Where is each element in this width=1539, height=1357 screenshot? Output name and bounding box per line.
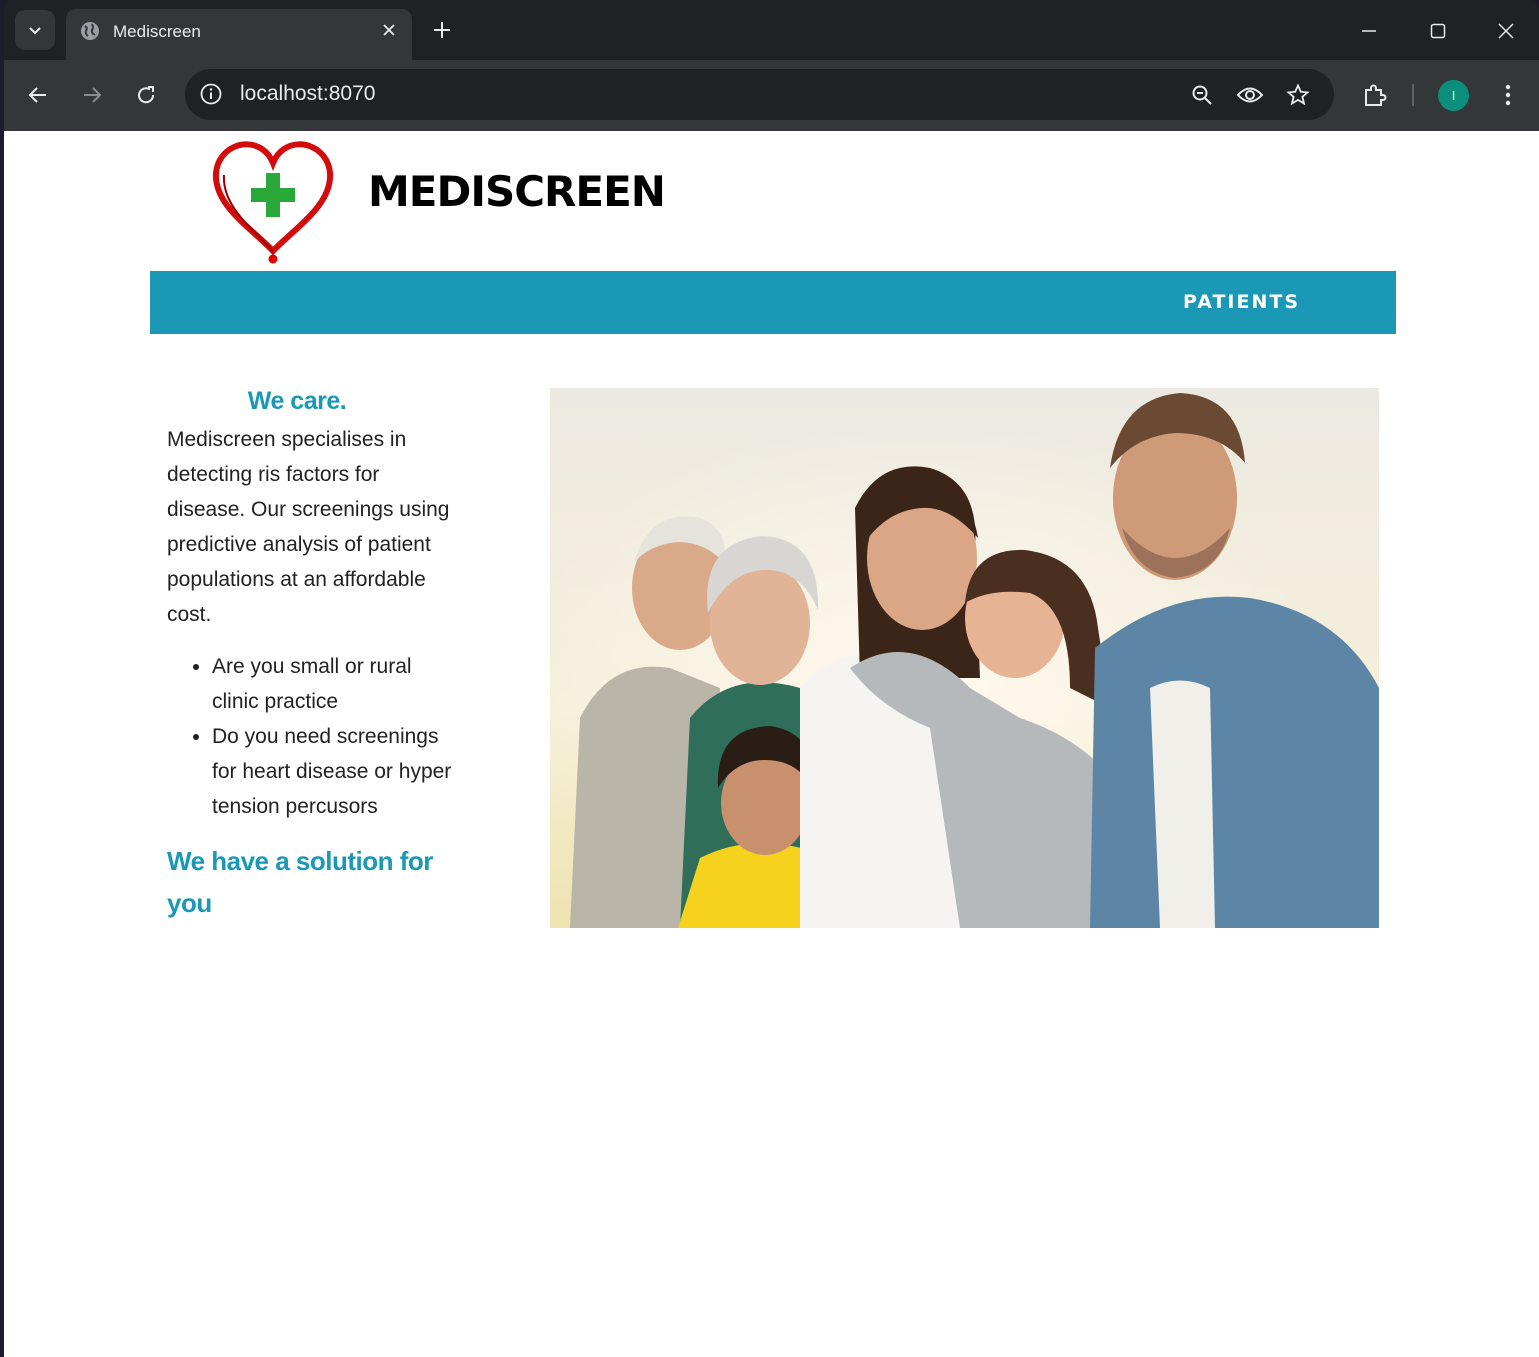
intro-paragraph: Mediscreen specialises in detecting ris …	[167, 428, 450, 626]
globe-icon	[81, 22, 99, 40]
maximize-button[interactable]	[1423, 16, 1453, 46]
menu-button[interactable]	[1493, 80, 1523, 110]
kebab-menu-icon	[1505, 84, 1511, 106]
zoom-button[interactable]	[1188, 81, 1216, 109]
bookmark-button[interactable]	[1284, 81, 1312, 109]
eye-icon	[1236, 87, 1264, 103]
tab-strip: Mediscreen	[4, 0, 1539, 60]
reload-icon	[138, 86, 155, 104]
feature-list: Are you small or rural clinic practice D…	[167, 649, 457, 824]
reload-button[interactable]	[131, 80, 161, 110]
close-icon	[383, 24, 395, 36]
window-close-icon	[1498, 23, 1514, 39]
top-navbar: PATIENTS	[150, 271, 1396, 334]
we-care-heading: We care.	[247, 387, 347, 415]
solution-heading: We have a solution for you	[167, 846, 433, 918]
star-icon	[1286, 83, 1310, 106]
minimize-icon	[1362, 30, 1376, 32]
extensions-icon	[1365, 84, 1387, 106]
chevron-down-icon	[29, 27, 41, 35]
reading-mode-button[interactable]	[1236, 81, 1264, 109]
brand-name: MEDISCREEN	[368, 167, 666, 216]
maximize-icon	[1430, 23, 1446, 39]
intro-column: We care. Mediscreen specialises in detec…	[167, 387, 457, 924]
zoom-out-icon	[1192, 85, 1212, 105]
toolbar-separator	[1412, 84, 1414, 106]
forward-button[interactable]	[77, 80, 107, 110]
tab-search-button[interactable]	[15, 10, 55, 50]
close-window-button[interactable]	[1491, 16, 1521, 46]
new-tab-button[interactable]	[430, 18, 454, 42]
extensions-button[interactable]	[1360, 80, 1390, 110]
browser-window: Mediscreen localhost:8070 I MEDISCREEN P…	[4, 0, 1539, 1357]
plus-icon	[434, 22, 450, 38]
minimize-button[interactable]	[1354, 16, 1384, 46]
info-icon[interactable]	[199, 82, 223, 106]
tab-close-button[interactable]	[378, 19, 400, 41]
forward-icon	[84, 87, 102, 103]
list-item: Do you need screenings for heart disease…	[212, 719, 457, 824]
back-icon	[28, 87, 46, 103]
profile-avatar[interactable]: I	[1438, 80, 1469, 111]
list-item: Are you small or rural clinic practice	[212, 649, 457, 719]
web-page: MEDISCREEN PATIENTS We care. Mediscreen …	[4, 131, 1539, 1357]
address-bar[interactable]: localhost:8070	[185, 69, 1334, 120]
url-text[interactable]: localhost:8070	[240, 82, 375, 106]
active-tab[interactable]: Mediscreen	[66, 9, 412, 60]
browser-toolbar: localhost:8070 I	[4, 60, 1539, 131]
nav-patients-link[interactable]: PATIENTS	[1183, 291, 1300, 313]
tab-title: Mediscreen	[113, 22, 201, 41]
heart-cross-logo	[212, 141, 334, 264]
family-photo	[550, 388, 1379, 928]
back-button[interactable]	[23, 80, 53, 110]
